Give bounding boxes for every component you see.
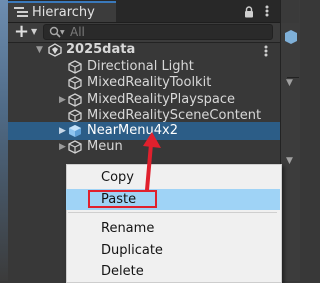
hierarchy-icon — [14, 7, 28, 17]
tree-row[interactable]: MixedRealityToolkit — [8, 74, 280, 92]
gameobject-icon — [68, 76, 82, 90]
menu-item-copy[interactable]: Copy — [66, 167, 280, 188]
lock-icon[interactable] — [244, 6, 254, 18]
menu-item-rename[interactable]: Rename — [66, 218, 280, 239]
menu-item-label: Delete — [101, 264, 144, 279]
menu-item-label: Rename — [101, 221, 155, 236]
tree-row-label: MixedRealityToolkit — [87, 75, 212, 90]
tree-row-label: Meun — [87, 139, 123, 154]
fold-arrow-icon[interactable]: ▶ — [59, 92, 66, 108]
gameobject-icon — [68, 109, 82, 123]
more-icon[interactable] — [263, 44, 269, 58]
fold-arrow-icon[interactable]: ▼ — [36, 42, 43, 58]
menu-separator — [68, 212, 277, 213]
prefab-icon — [69, 125, 81, 137]
scene-view-strip — [0, 0, 8, 281]
search-placeholder: All — [70, 25, 85, 39]
menu-item-label: Duplicate — [101, 243, 163, 258]
fold-arrow-icon[interactable]: ▶ — [59, 139, 66, 155]
gameobject-icon — [68, 140, 82, 154]
chevron-down-icon[interactable]: ▼ — [286, 78, 293, 88]
chevron-down-icon: ▼ — [31, 27, 38, 36]
inspector-tab[interactable] — [281, 0, 299, 23]
add-icon: + — [14, 21, 30, 42]
tab-title: Hierarchy — [32, 5, 95, 20]
fold-arrow-icon[interactable]: ▶ — [59, 123, 66, 139]
inspector-object-icon — [285, 30, 297, 44]
gameobject-icon — [68, 93, 82, 107]
annotation-arrow — [143, 132, 161, 192]
chevron-down-icon: ▼ — [60, 29, 65, 36]
inspector-divider — [287, 55, 299, 78]
tree-row-scene[interactable]: ▼ 2025data — [8, 41, 280, 59]
tree-row-label: 2025data — [66, 42, 136, 57]
menu-item-duplicate[interactable]: Duplicate — [66, 240, 280, 261]
more-icon[interactable] — [264, 4, 270, 18]
chevron-down-icon[interactable]: ▼ — [286, 156, 293, 166]
unity-scene-icon — [48, 43, 62, 57]
gameobject-icon — [68, 60, 82, 74]
annotation-highlight-box — [88, 190, 157, 208]
menu-item-label: Copy — [101, 170, 134, 185]
menu-item-delete[interactable]: Delete — [66, 261, 280, 282]
